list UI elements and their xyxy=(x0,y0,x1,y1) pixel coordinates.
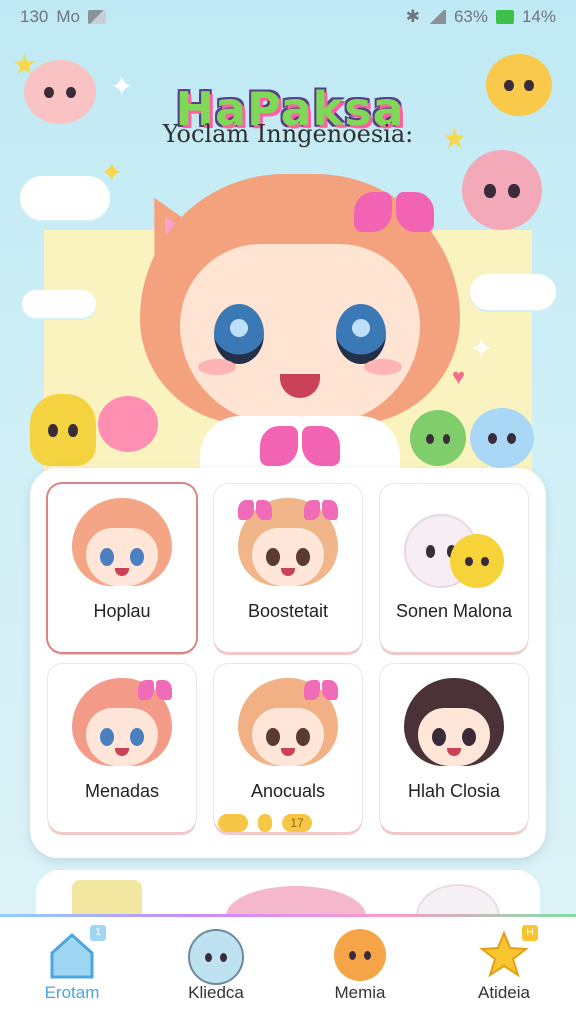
bluetooth-icon: ✱ xyxy=(405,7,420,26)
character-face xyxy=(180,244,420,424)
character-name: Hoplau xyxy=(93,601,151,621)
blue-mascot-icon xyxy=(470,408,534,468)
character-tile-boostetait[interactable]: Boostetait xyxy=(214,484,362,652)
nav-label: Atideia xyxy=(478,983,530,1002)
character-tile-anocuals[interactable]: Anocuals xyxy=(214,664,362,832)
nav-label: Erotam xyxy=(44,983,100,1002)
nav-label: Kliedca xyxy=(188,983,244,1002)
yellow-mascot-icon xyxy=(30,394,96,466)
sparkle-icon: ✦ xyxy=(470,333,494,364)
nav-tab-kliedca[interactable]: Kliedca xyxy=(144,917,288,1027)
page-indicator: 17 xyxy=(218,814,312,832)
character-name: Menadas xyxy=(84,781,160,801)
character-avatar xyxy=(72,678,172,778)
nav-badge: 1 xyxy=(90,925,106,941)
avatar-face xyxy=(252,708,324,766)
avatar-mouth xyxy=(281,568,295,576)
screenshot-icon xyxy=(88,10,106,24)
cloud-decoration xyxy=(20,176,110,220)
avatar-face xyxy=(252,528,324,586)
yellow-fox-mascot-icon xyxy=(486,54,552,116)
avatar-eye xyxy=(130,548,144,566)
avatar-mouth xyxy=(281,748,295,756)
hair-bow-icon xyxy=(304,678,338,702)
page-number: 17 xyxy=(290,816,304,830)
character-eye-left xyxy=(214,304,264,364)
carrier-label: Mo xyxy=(56,7,80,26)
character-tile-hlah-closia[interactable]: Hlah Closia xyxy=(380,664,528,832)
battery-icon xyxy=(495,10,514,24)
cloud-decoration xyxy=(22,290,96,318)
character-avatar xyxy=(404,678,504,778)
avatar-eye xyxy=(130,728,144,746)
character-grid-card: Hoplau Boostetait Sonen Malona Menadas A… xyxy=(30,468,546,858)
nav-label: Memia xyxy=(334,983,386,1002)
nav-badge: H xyxy=(522,925,538,941)
battery-percent: 63% xyxy=(453,7,488,26)
fox-mascot-icon xyxy=(334,929,386,981)
avatar-eye xyxy=(296,548,310,566)
hair-bow-icon xyxy=(304,498,338,522)
character-tile-hoplau[interactable]: Hoplau xyxy=(48,484,196,652)
character-avatar xyxy=(238,498,338,598)
character-blush xyxy=(364,359,402,375)
sparkle-icon: ✦ xyxy=(100,157,124,188)
character-name: Hlah Closia xyxy=(407,781,501,801)
hair-bow-icon xyxy=(354,182,434,242)
character-mouth xyxy=(280,374,320,398)
neck-bow-icon xyxy=(260,416,340,476)
avatar-eye xyxy=(100,728,114,746)
character-name: Anocuals xyxy=(250,781,326,801)
avatar-eye xyxy=(296,728,310,746)
character-blush xyxy=(198,359,236,375)
hair-bow-icon xyxy=(138,678,172,702)
character-avatar xyxy=(72,498,172,598)
nav-tab-memia[interactable]: Memia xyxy=(288,917,432,1027)
hero-banner: ★ ★ ✦ ✦ ✦ ♥ HaPaksa Yoclam Inngenoesia: xyxy=(0,34,576,484)
page-dot-current[interactable]: 17 xyxy=(282,814,312,832)
yellow-chick-mascot-icon xyxy=(450,534,504,588)
sparkle-icon: ✦ xyxy=(110,71,134,102)
status-right-value: 14% xyxy=(521,7,556,26)
cloud-decoration xyxy=(470,274,556,310)
avatar-face xyxy=(418,708,490,766)
character-name: Boostetait xyxy=(247,601,329,621)
page-dot[interactable] xyxy=(218,814,248,832)
nav-tab-erotam[interactable]: 1 Erotam xyxy=(0,917,144,1027)
character-eye-right xyxy=(336,304,386,364)
character-tile-sonen-malona[interactable]: Sonen Malona xyxy=(380,484,528,652)
clock: 130 xyxy=(20,7,49,26)
avatar-eye xyxy=(432,728,446,746)
avatar-eye xyxy=(100,548,114,566)
blob-mascot-icon xyxy=(188,929,244,985)
pink-jelly-mascot-icon xyxy=(462,150,542,230)
status-bar: 130 Mo ✱ 63% 14% xyxy=(0,0,576,34)
avatar-mouth xyxy=(115,748,129,756)
character-tile-menadas[interactable]: Menadas xyxy=(48,664,196,832)
avatar-eye xyxy=(462,728,476,746)
signal-icon xyxy=(427,10,446,24)
character-avatar xyxy=(238,678,338,778)
avatar-mouth xyxy=(115,568,129,576)
avatar-eye xyxy=(266,548,280,566)
hair-bow-icon xyxy=(238,498,272,522)
page-dot[interactable] xyxy=(258,814,272,832)
hero-character-illustration xyxy=(140,154,460,484)
bottom-navigation: 1 Erotam Kliedca Memia H Atideia xyxy=(0,914,576,1027)
avatar-face xyxy=(86,528,158,586)
character-name: Sonen Malona xyxy=(395,601,513,621)
avatar-face xyxy=(86,708,158,766)
character-avatar xyxy=(404,498,504,598)
hero-subtitle: Yoclam Inngenoesia: xyxy=(162,120,414,148)
avatar-mouth xyxy=(447,748,461,756)
pink-mascot-icon xyxy=(24,60,96,124)
nav-tab-atideia[interactable]: H Atideia xyxy=(432,917,576,1027)
avatar-eye xyxy=(266,728,280,746)
